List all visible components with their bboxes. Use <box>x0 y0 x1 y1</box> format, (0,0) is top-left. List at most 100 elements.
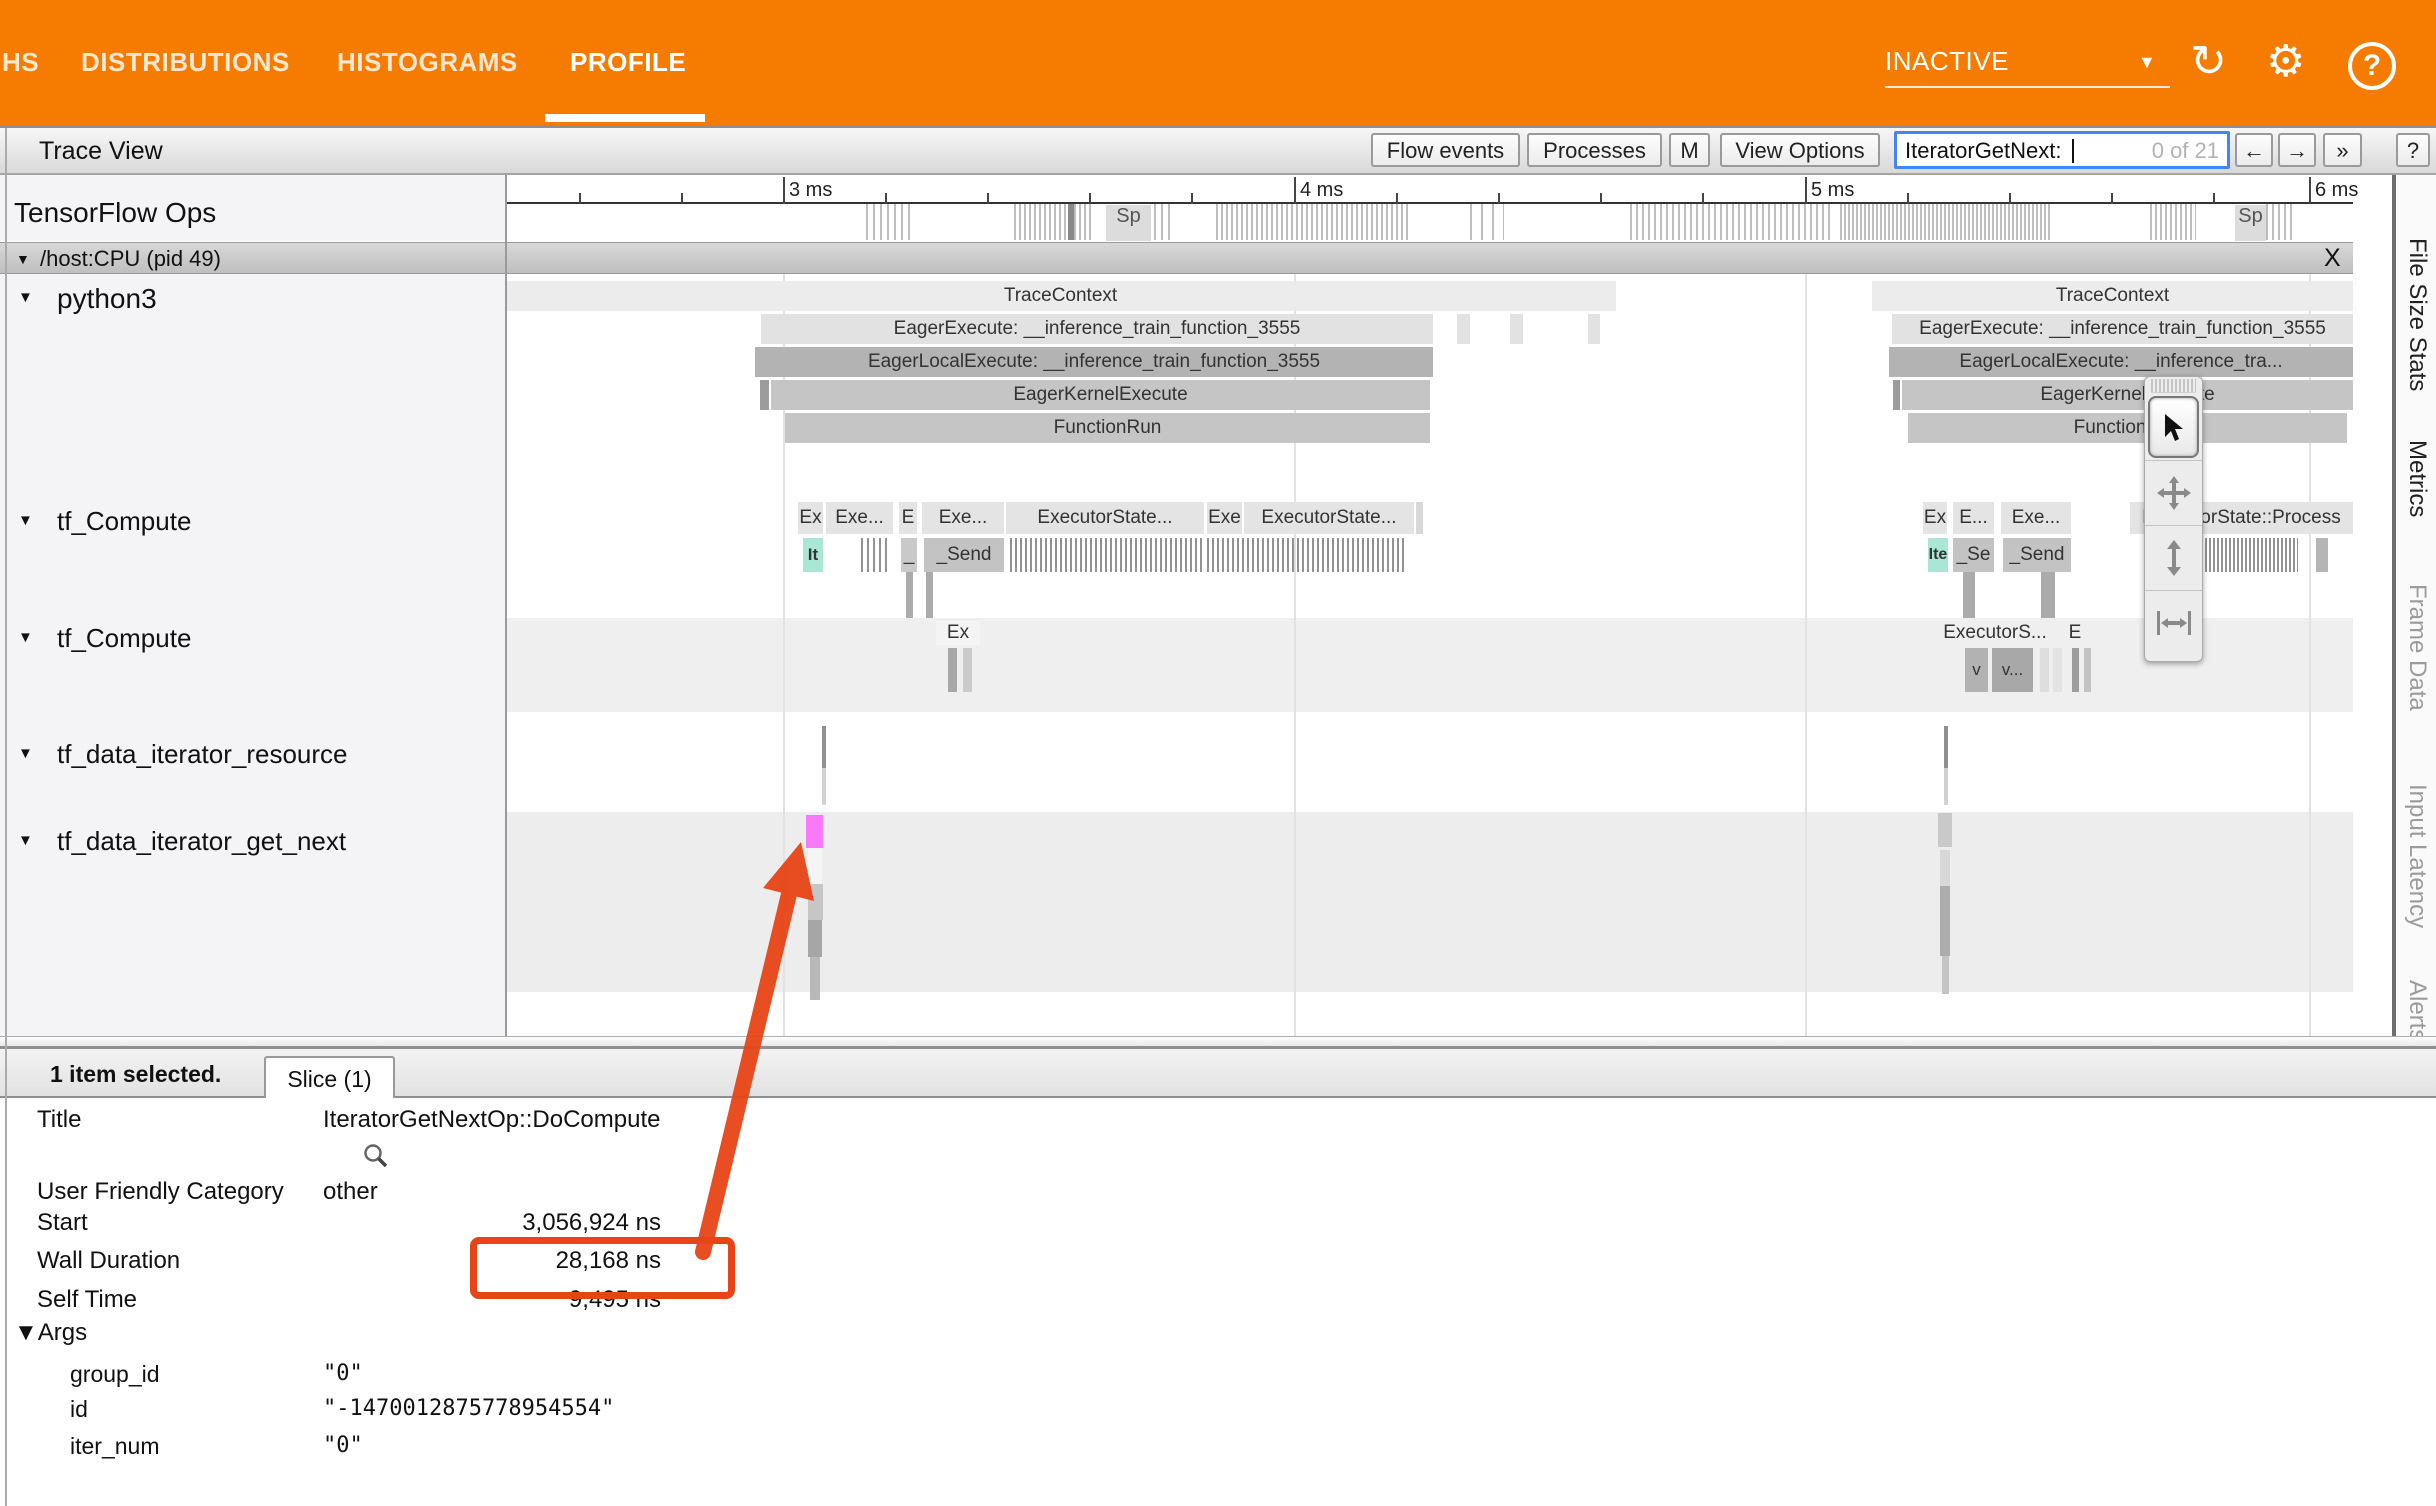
sidebar-tab-frame-data[interactable]: Frame Data <box>2403 584 2431 756</box>
palette-drag-handle[interactable] <box>2151 379 2196 393</box>
track-label-python3[interactable]: python3 <box>57 283 157 315</box>
zoom-tool-button[interactable] <box>2145 526 2202 591</box>
trace-event-exe[interactable]: Exe <box>1207 502 1242 534</box>
trace-event[interactable] <box>1457 314 1470 344</box>
trace-event-tracecontext[interactable]: TraceContext <box>505 281 1616 311</box>
sidebar-tab-file-size-stats[interactable]: File Size Stats <box>2403 238 2431 418</box>
track-label-tf-data-iterator-resource[interactable]: tf_data_iterator_resource <box>57 739 348 770</box>
trace-event[interactable] <box>1416 502 1423 534</box>
args-expander[interactable]: ▼Args <box>14 1319 87 1347</box>
trace-event[interactable] <box>1944 726 1948 768</box>
trace-event-eagerexecute-inference-train-function-3555[interactable]: EagerExecute: __inference_train_function… <box>761 314 1433 344</box>
trace-event-eagerlocalexecute-inference-tra-[interactable]: EagerLocalExecute: __inference_tra... <box>1889 347 2353 377</box>
trace-event-tracecontext[interactable]: TraceContext <box>1872 281 2353 311</box>
tab-distributions[interactable]: DISTRIBUTIONS <box>81 47 290 78</box>
sidebar-tab-alerts[interactable]: Alerts <box>2403 980 2431 1036</box>
panel-divider[interactable] <box>0 1036 2436 1049</box>
process-header-bar[interactable]: ▼ /host:CPU (pid 49) X <box>0 242 2353 274</box>
trace-event-e-[interactable]: E... <box>1953 502 1994 534</box>
button-processes[interactable]: Processes <box>1527 133 1662 167</box>
tab-profile[interactable]: PROFILE <box>570 47 686 78</box>
trace-event[interactable] <box>810 957 820 1000</box>
trace-event-v[interactable]: v <box>1965 648 1988 692</box>
gear-icon[interactable]: ⚙ <box>2266 36 2305 88</box>
trace-event-ex[interactable]: Ex <box>936 621 980 645</box>
button-next-result[interactable]: → <box>2278 133 2316 167</box>
sidebar-tab-metrics[interactable]: Metrics <box>2403 440 2431 554</box>
trace-event[interactable] <box>2084 648 2091 692</box>
selection-tool-button[interactable] <box>2145 396 2202 461</box>
trace-event[interactable] <box>963 648 972 692</box>
track-label-tf-data-iterator-get-next[interactable]: tf_data_iterator_get_next <box>57 826 346 857</box>
trace-event[interactable] <box>1893 380 1900 410</box>
trace-event[interactable] <box>808 884 823 920</box>
sidebar-tab-input-latency[interactable]: Input Latency <box>2403 784 2431 964</box>
trace-event[interactable] <box>822 768 826 805</box>
trace-event[interactable] <box>1963 572 1975 618</box>
trace-event[interactable] <box>1940 850 1950 886</box>
trace-event[interactable] <box>1940 886 1950 956</box>
trace-event-v-[interactable]: v... <box>1992 648 2033 692</box>
tab-slice[interactable]: Slice (1) <box>264 1056 395 1098</box>
trace-event[interactable] <box>1588 314 1600 344</box>
collapse-triangle-icon[interactable]: ▼ <box>18 629 33 646</box>
trace-event-ex[interactable]: Ex <box>798 502 823 534</box>
trace-event-executors-[interactable]: ExecutorS... <box>1925 621 2065 645</box>
magnifier-icon[interactable] <box>362 1142 390 1170</box>
trace-event-exe-[interactable]: Exe... <box>922 502 1004 534</box>
trace-event[interactable] <box>1510 314 1523 344</box>
track-label-tf-Compute[interactable]: tf_Compute <box>57 506 191 537</box>
trace-event--se[interactable]: _Se <box>1953 538 1994 572</box>
refresh-icon[interactable]: ↻ <box>2190 36 2227 88</box>
trace-event-eagerlocalexecute-inference-train-function-3555[interactable]: EagerLocalExecute: __inference_train_fun… <box>755 347 1433 377</box>
track-label-tf-Compute[interactable]: tf_Compute <box>57 623 191 654</box>
collapse-triangle-icon[interactable]: ▼ <box>16 251 30 267</box>
trace-event--send[interactable]: _Send <box>2003 538 2071 572</box>
trace-event[interactable] <box>2072 648 2079 692</box>
trace-event--send[interactable]: _Send <box>924 538 1004 572</box>
pan-tool-button[interactable] <box>2145 461 2202 526</box>
trace-event-exe-[interactable]: Exe... <box>2001 502 2071 534</box>
trace-event-eagerkernelexecute[interactable]: EagerKernelExecute <box>771 380 1430 410</box>
trace-event[interactable] <box>760 380 769 410</box>
trace-event-eagerexecute-inference-train-function-3555[interactable]: EagerExecute: __inference_train_function… <box>1892 314 2353 344</box>
trace-event[interactable] <box>808 848 822 884</box>
button-prev-result[interactable]: ← <box>2235 133 2273 167</box>
trace-event--[interactable]: _ <box>901 538 917 572</box>
trace-event-ite[interactable]: Ite <box>1928 538 1948 572</box>
selected-slice[interactable] <box>806 815 823 848</box>
trace-event-exe-[interactable]: Exe... <box>826 502 893 534</box>
trace-event[interactable] <box>1942 956 1949 994</box>
trace-event-functionrun[interactable]: FunctionRun <box>1908 413 2347 443</box>
help-icon[interactable]: ? <box>2348 42 2396 90</box>
trace-event-functionrun[interactable]: FunctionRun <box>785 413 1430 443</box>
trace-event-executorstate-[interactable]: ExecutorState... <box>1244 502 1414 534</box>
search-box[interactable]: IteratorGetNext: 0 of 21 <box>1894 131 2230 169</box>
close-icon[interactable]: X <box>2324 244 2341 273</box>
trace-event-ex[interactable]: Ex <box>1923 502 1947 534</box>
collapse-triangle-icon[interactable]: ▼ <box>18 289 33 306</box>
tab-hs[interactable]: HS <box>2 47 39 78</box>
trace-event[interactable] <box>1938 813 1952 847</box>
trace-event[interactable] <box>808 920 822 957</box>
collapse-triangle-icon[interactable]: ▼ <box>18 745 33 762</box>
sp-event-box[interactable]: Sp <box>1106 205 1151 241</box>
tool-palette[interactable] <box>2144 376 2203 662</box>
search-input[interactable]: IteratorGetNext: <box>1905 138 2062 164</box>
button-m[interactable]: M <box>1669 133 1710 167</box>
trace-event[interactable] <box>906 572 913 618</box>
trace-event-e[interactable]: E <box>2058 621 2092 645</box>
trace-event-eagerkernelexecute[interactable]: EagerKernelExecute <box>1902 380 2353 410</box>
tab-histograms[interactable]: HISTOGRAMS <box>337 47 518 78</box>
chevron-down-icon[interactable]: ▼ <box>2138 52 2156 73</box>
button-help[interactable]: ? <box>2396 133 2430 167</box>
trace-event-e[interactable]: E <box>899 502 917 534</box>
trace-event-it[interactable]: It <box>803 538 823 572</box>
button-more[interactable]: » <box>2323 133 2362 167</box>
trace-event[interactable] <box>2316 538 2328 572</box>
button-view-options[interactable]: View Options <box>1720 133 1880 167</box>
timing-tool-button[interactable] <box>2145 591 2202 655</box>
button-flow-events[interactable]: Flow events <box>1371 133 1520 167</box>
trace-event[interactable] <box>2041 572 2055 618</box>
trace-event[interactable] <box>926 572 933 618</box>
